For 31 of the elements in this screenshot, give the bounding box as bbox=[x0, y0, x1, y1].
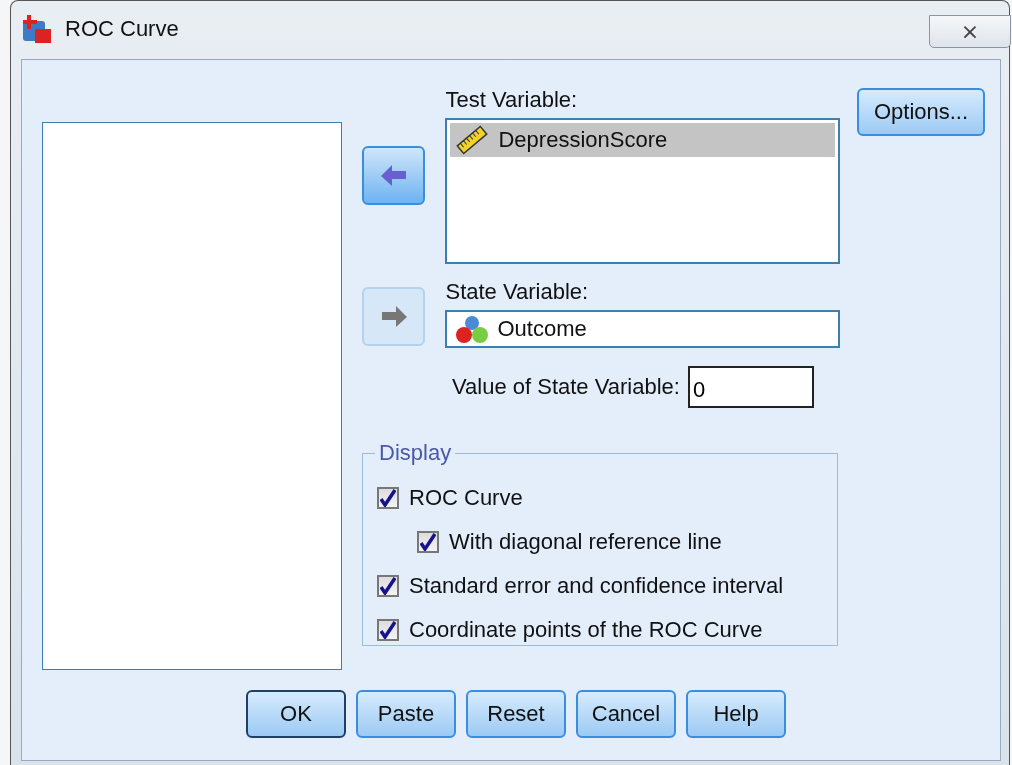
dialog-button[interactable]: OK bbox=[246, 690, 346, 738]
dialog-button[interactable]: Help bbox=[686, 690, 786, 738]
checkbox-row[interactable]: ROC Curve bbox=[377, 480, 837, 516]
close-button[interactable]: ⨯ bbox=[929, 15, 1011, 48]
window-title: ROC Curve bbox=[65, 15, 179, 43]
list-item[interactable]: DepressionScore bbox=[450, 123, 835, 157]
dialog-button[interactable]: Cancel bbox=[576, 690, 676, 738]
checkbox-label: With diagonal reference line bbox=[449, 529, 722, 555]
state-value-label: Value of State Variable: bbox=[452, 373, 680, 401]
state-variable-label: State Variable: bbox=[445, 278, 590, 306]
checkbox-label: Standard error and confidence interval bbox=[409, 573, 784, 599]
checkbox-row[interactable]: With diagonal reference line bbox=[417, 524, 837, 560]
state-variable-field[interactable]: Outcome bbox=[445, 310, 840, 348]
state-value-field[interactable]: 0 bbox=[687, 366, 814, 408]
group-title: Display bbox=[378, 440, 453, 466]
move-button[interactable] bbox=[362, 145, 426, 205]
checkbox[interactable] bbox=[417, 531, 439, 553]
checkbox[interactable] bbox=[377, 619, 399, 641]
checkbox-row[interactable]: Coordinate points of the ROC Curve bbox=[377, 612, 837, 648]
checkbox[interactable] bbox=[377, 575, 399, 597]
test-variable-label: Test Variable: bbox=[445, 86, 579, 114]
checkbox-row[interactable]: Standard error and confidence interval bbox=[377, 568, 837, 604]
dialog-button[interactable]: Paste bbox=[356, 690, 456, 738]
circles-icon bbox=[455, 314, 490, 344]
checkbox-label: ROC Curve bbox=[409, 485, 523, 511]
checkbox-label: Coordinate points of the ROC Curve bbox=[409, 617, 763, 643]
app-icon bbox=[21, 13, 53, 45]
test-variable-list[interactable]: DepressionScore bbox=[445, 118, 840, 264]
dialog-button[interactable]: Reset bbox=[466, 690, 566, 738]
checkbox[interactable] bbox=[377, 487, 399, 509]
options-button[interactable]: Options... bbox=[857, 88, 985, 136]
